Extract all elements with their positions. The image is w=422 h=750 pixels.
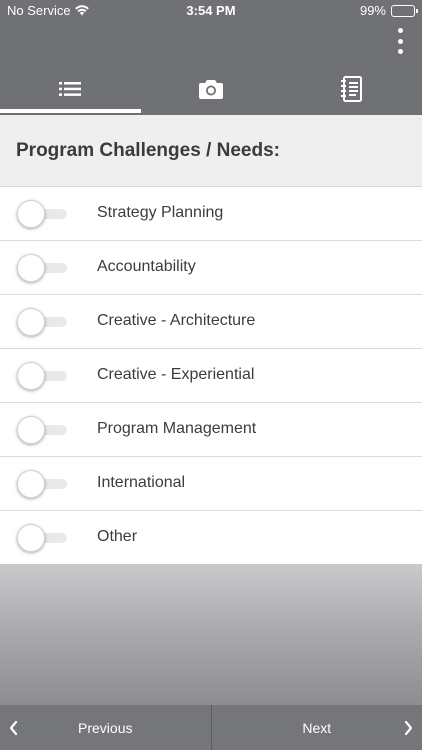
list-item: Other [0,511,422,565]
toggle-thumb [17,416,45,444]
list-icon [59,81,82,96]
toggle-switch[interactable] [17,470,67,498]
toggle-thumb [17,254,45,282]
section-title: Program Challenges / Needs: [16,140,280,161]
option-label: Creative - Architecture [97,312,256,329]
option-label: Program Management [97,420,257,437]
next-label: Next [302,719,332,736]
battery-icon [391,5,418,17]
list-item: Accountability [0,241,422,295]
app-header: No Service 3:54 PM 99% [0,0,422,115]
option-label: Accountability [97,258,196,275]
option-label: Strategy Planning [97,204,224,221]
list-item: Program Management [0,403,422,457]
option-label: Other [97,528,138,545]
empty-background [0,565,422,705]
bottom-navigation: Previous Next [0,705,422,750]
camera-icon [199,79,223,99]
options-list: Strategy Planning Accountability Creativ… [0,187,422,565]
toggle-switch[interactable] [17,524,67,552]
toggle-switch[interactable] [17,308,67,336]
app-screen: No Service 3:54 PM 99% Program Challenge… [0,0,422,750]
more-vertical-icon [397,28,403,33]
list-item: Creative - Architecture [0,295,422,349]
tab-bar [0,62,422,115]
section-header: Program Challenges / Needs: [0,115,422,187]
toggle-thumb [17,470,45,498]
tab-list[interactable] [0,62,141,115]
status-bar: No Service 3:54 PM 99% [0,0,422,22]
next-button[interactable]: Next [212,705,422,750]
chevron-right-icon [404,720,413,736]
list-item: Strategy Planning [0,187,422,241]
toggle-switch[interactable] [17,416,67,444]
battery-percentage: 99% [359,3,386,18]
option-label: Creative - Experiential [97,366,255,383]
notebook-icon [340,75,362,102]
previous-label: Previous [78,719,133,736]
toggle-switch[interactable] [17,362,67,390]
toggle-switch[interactable] [17,200,67,228]
tab-notes[interactable] [281,62,422,115]
more-options-button[interactable] [392,28,408,54]
chevron-left-icon [9,720,18,736]
toggle-thumb [17,362,45,390]
toggle-switch[interactable] [17,254,67,282]
list-item: International [0,457,422,511]
toggle-thumb [17,524,45,552]
previous-button[interactable]: Previous [0,705,212,750]
status-time: 3:54 PM [186,3,236,18]
tab-camera[interactable] [141,62,282,115]
toggle-thumb [17,308,45,336]
toggle-thumb [17,200,45,228]
list-item: Creative - Experiential [0,349,422,403]
option-label: International [97,474,186,491]
